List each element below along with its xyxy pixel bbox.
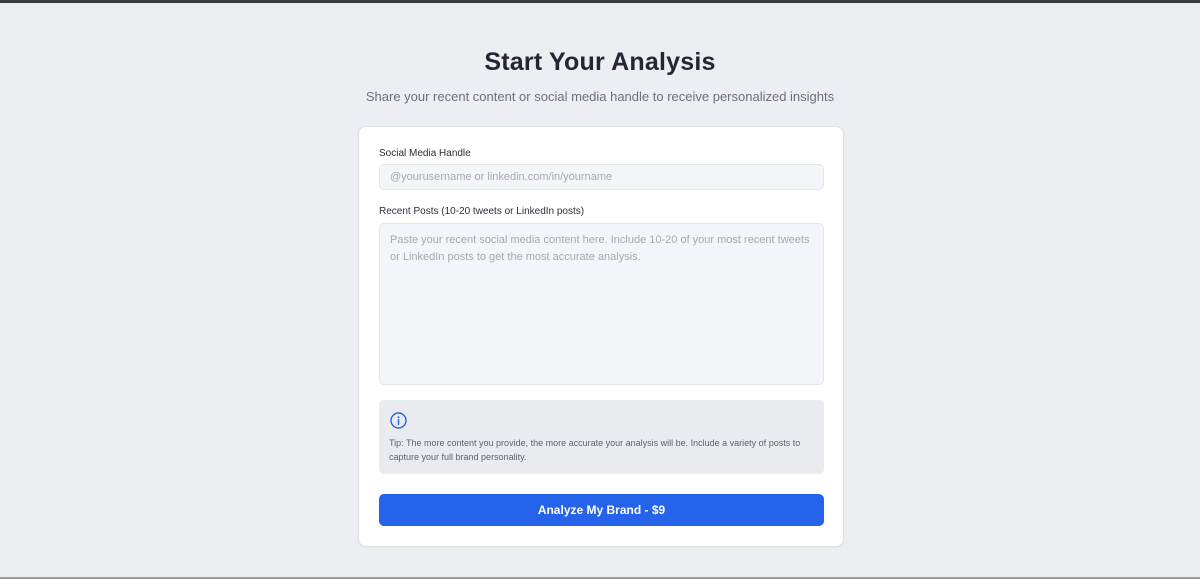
info-icon xyxy=(390,412,407,429)
analyze-button[interactable]: Analyze My Brand - $9 xyxy=(379,494,824,526)
tip-box: Tip: The more content you provide, the m… xyxy=(379,400,824,474)
analysis-form-card: Social Media Handle Recent Posts (10-20 … xyxy=(358,126,844,547)
posts-label: Recent Posts (10-20 tweets or LinkedIn p… xyxy=(379,206,585,217)
page-title: Start Your Analysis xyxy=(484,48,716,76)
page-subtitle: Share your recent content or social medi… xyxy=(365,89,835,104)
handle-input[interactable] xyxy=(379,164,824,190)
window-top-border xyxy=(0,0,1200,3)
handle-label: Social Media Handle xyxy=(379,148,471,159)
posts-textarea[interactable] xyxy=(379,223,824,385)
tip-text: Tip: The more content you provide, the m… xyxy=(389,438,801,462)
